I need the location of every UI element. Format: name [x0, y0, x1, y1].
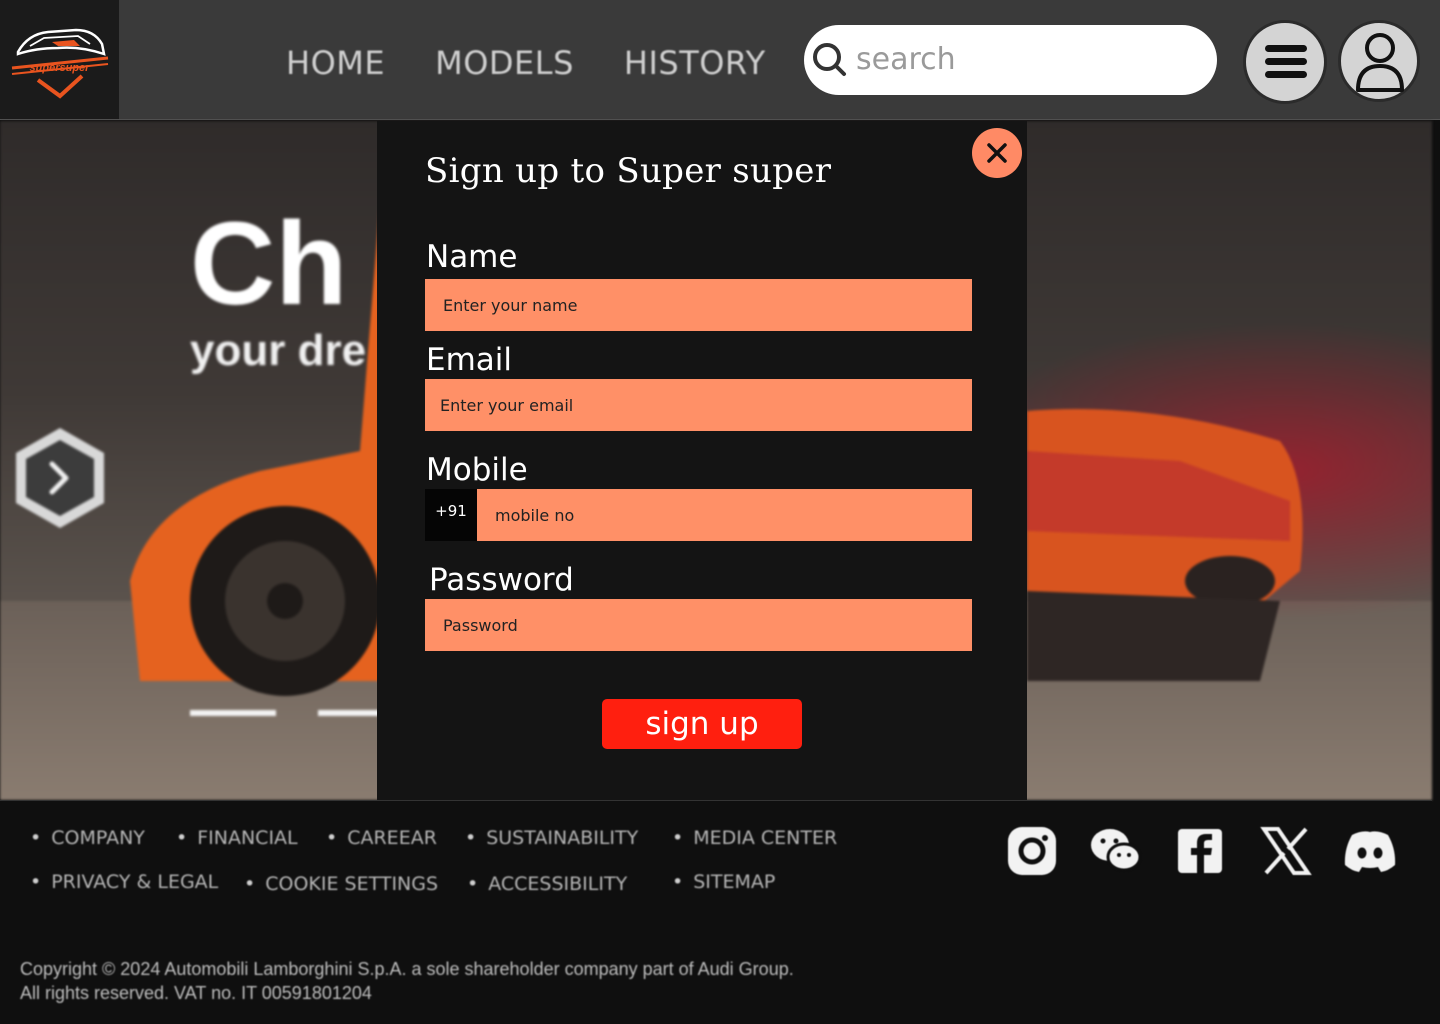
- password-field[interactable]: [425, 599, 972, 651]
- main-nav: HOME MODELS HISTORY: [286, 44, 766, 82]
- carousel-indicator[interactable]: [190, 710, 276, 716]
- footer-link-media-center[interactable]: MEDIA CENTER: [672, 827, 837, 849]
- nav-home[interactable]: HOME: [286, 44, 385, 82]
- discord-icon: [1344, 831, 1396, 872]
- footer-link-company[interactable]: COMPANY: [30, 827, 145, 849]
- wechat-icon: [1091, 829, 1142, 872]
- footer-link-sustainability[interactable]: SUSTAINABILITY: [465, 827, 638, 849]
- signup-modal: Sign up to Super super Name Email Mobile…: [377, 121, 1027, 800]
- instagram-icon: [1008, 827, 1056, 875]
- user-profile-icon: [1356, 33, 1404, 92]
- brand-logo[interactable]: supersuper: [0, 0, 119, 119]
- email-field[interactable]: [425, 379, 972, 431]
- name-label: Name: [426, 239, 518, 275]
- password-label: Password: [429, 562, 574, 598]
- x-icon: [1260, 827, 1312, 875]
- modal-title: Sign up to Super super: [425, 151, 832, 191]
- mobile-field[interactable]: [425, 489, 972, 541]
- close-icon: [987, 143, 1007, 163]
- car-logo-icon: [11, 28, 109, 99]
- carousel-next-button[interactable]: [14, 426, 106, 530]
- signup-button[interactable]: sign up: [602, 699, 802, 749]
- chevron-right-icon: [16, 428, 104, 528]
- search-bar[interactable]: [804, 25, 1217, 95]
- header: supersuper HOME MODELS HISTORY: [0, 0, 1440, 120]
- footer-link-cookie-settings[interactable]: COOKIE SETTINGS: [244, 873, 438, 895]
- search-input[interactable]: [856, 39, 1196, 79]
- copyright-text: Copyright © 2024 Automobili Lamborghini …: [20, 957, 1020, 1005]
- nav-history[interactable]: HISTORY: [624, 44, 766, 82]
- footer-link-accessibility[interactable]: ACCESSIBILITY: [467, 873, 627, 895]
- copyright-line-1: Copyright © 2024 Automobili Lamborghini …: [20, 959, 794, 979]
- hamburger-menu-icon: [1265, 45, 1307, 78]
- footer-link-career[interactable]: CAREEAR: [326, 827, 437, 849]
- nav-models[interactable]: MODELS: [435, 44, 574, 82]
- footer: COMPANY FINANCIAL CAREEAR SUSTAINABILITY…: [0, 800, 1432, 1024]
- footer-link-financial[interactable]: FINANCIAL: [176, 827, 297, 849]
- country-code-prefix: +91: [425, 489, 477, 541]
- copyright-line-2: All rights reserved. VAT no. IT 00591801…: [20, 983, 372, 1003]
- footer-link-sitemap[interactable]: SITEMAP: [672, 871, 775, 893]
- search-icon: [813, 43, 846, 76]
- x-link[interactable]: [1258, 823, 1318, 879]
- name-field[interactable]: [425, 279, 972, 331]
- wechat-link[interactable]: [1088, 823, 1148, 879]
- facebook-link[interactable]: [1172, 823, 1232, 879]
- email-label: Email: [426, 342, 513, 378]
- close-button[interactable]: [972, 128, 1022, 178]
- menu-button[interactable]: [1243, 20, 1327, 104]
- mobile-label: Mobile: [426, 452, 528, 488]
- footer-link-privacy[interactable]: PRIVACY & LEGAL: [30, 871, 218, 893]
- profile-button[interactable]: [1338, 20, 1420, 102]
- discord-link[interactable]: [1340, 823, 1400, 879]
- facebook-icon: [1178, 829, 1222, 873]
- hero-title: Ch: [190, 198, 348, 330]
- instagram-link[interactable]: [1004, 823, 1064, 879]
- hero-subtitle: your dre: [190, 326, 367, 375]
- logo-wordmark: supersuper: [29, 62, 90, 74]
